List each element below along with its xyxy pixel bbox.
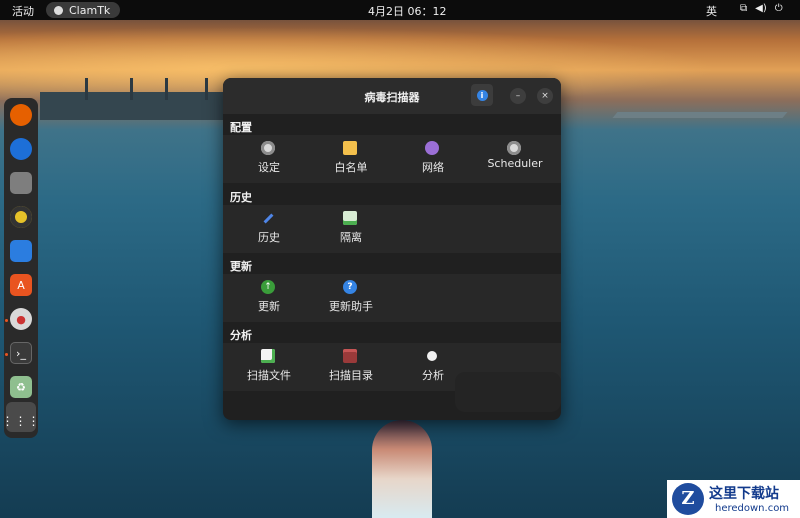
scheduler-button[interactable]: Scheduler bbox=[479, 137, 551, 181]
network-icon bbox=[425, 141, 439, 155]
update-button[interactable]: ↑ 更新 bbox=[233, 276, 305, 320]
help-icon: ? bbox=[343, 280, 357, 294]
wallpaper-pier bbox=[612, 112, 788, 118]
update-arrow-icon: ↑ bbox=[261, 280, 275, 294]
settings-gear-icon bbox=[261, 141, 275, 155]
close-button[interactable]: × bbox=[537, 88, 553, 104]
status-area bbox=[455, 372, 561, 412]
dock: A ● ›_ ♻ ⋮⋮⋮ bbox=[2, 98, 40, 438]
watermark-cn-text: 这里下载站 bbox=[709, 486, 779, 502]
whitelist-icon bbox=[343, 141, 357, 155]
input-method-indicator[interactable]: 英 bbox=[706, 3, 717, 19]
minimize-button[interactable]: – bbox=[510, 88, 526, 104]
update-assistant-label: 更新助手 bbox=[329, 300, 373, 313]
history-pen-icon bbox=[261, 211, 275, 225]
running-indicator bbox=[5, 353, 8, 356]
activities-button[interactable]: 活动 bbox=[12, 3, 34, 19]
section-title-update: 更新 bbox=[230, 260, 252, 273]
whitelist-label: 白名单 bbox=[334, 161, 368, 174]
section-title-analysis: 分析 bbox=[230, 329, 252, 342]
history-button[interactable]: 历史 bbox=[233, 207, 305, 251]
wallpaper-ship bbox=[372, 420, 432, 518]
top-bar: 活动 ClamTk 4月2日 06：12 英 ⧉ ◀) ⏻ bbox=[0, 0, 800, 20]
app-grid-icon[interactable]: ⋮⋮⋮ bbox=[2, 410, 40, 432]
scan-file-icon bbox=[261, 349, 275, 363]
power-icon: ⏻ bbox=[774, 3, 783, 14]
clamtk-app-icon bbox=[54, 5, 63, 15]
wallpaper-crane bbox=[205, 78, 208, 100]
thunderbird-icon[interactable] bbox=[10, 138, 32, 160]
wallpaper-port bbox=[40, 92, 230, 120]
trash-icon[interactable]: ♻ bbox=[10, 376, 32, 398]
clamtk-window: 病毒扫描器 i – × 配置 设定 白名单 网络 Scheduler 历史 历史… bbox=[223, 78, 561, 420]
wallpaper-crane bbox=[130, 78, 133, 100]
window-titlebar[interactable]: 病毒扫描器 i – × bbox=[223, 78, 561, 114]
network-button[interactable]: 网络 bbox=[397, 137, 469, 181]
network-label: 网络 bbox=[422, 161, 444, 174]
software-icon[interactable]: A bbox=[10, 274, 32, 296]
watermark-en-text: heredown.com bbox=[715, 503, 790, 514]
settings-label: 设定 bbox=[258, 161, 280, 174]
whitelist-button[interactable]: 白名单 bbox=[315, 137, 387, 181]
scheduler-label: Scheduler bbox=[487, 157, 543, 170]
system-menu[interactable]: ⧉ ◀) ⏻ bbox=[740, 3, 783, 14]
watermark-logo: Z bbox=[672, 483, 704, 515]
terminal-icon[interactable]: ›_ bbox=[10, 342, 32, 364]
update-assistant-button[interactable]: ? 更新助手 bbox=[315, 276, 387, 320]
app-menu-button[interactable]: ClamTk bbox=[46, 2, 121, 18]
settings-button[interactable]: 设定 bbox=[233, 137, 305, 181]
scan-file-label: 扫描文件 bbox=[247, 369, 291, 382]
wallpaper-crane bbox=[165, 78, 168, 100]
wallpaper-crane bbox=[85, 78, 88, 100]
info-icon: i bbox=[476, 89, 488, 101]
files-icon[interactable] bbox=[10, 172, 32, 194]
quarantine-button[interactable]: 隔离 bbox=[315, 207, 387, 251]
clamtk-icon[interactable]: ● bbox=[10, 308, 32, 330]
running-indicator bbox=[5, 319, 8, 322]
volume-icon: ◀) bbox=[755, 3, 767, 14]
analysis-magnifier-icon bbox=[427, 351, 437, 361]
app-menu-label: ClamTk bbox=[69, 3, 111, 17]
quarantine-label: 隔离 bbox=[340, 231, 362, 244]
scan-directory-label: 扫描目录 bbox=[329, 369, 373, 382]
scan-directory-button[interactable]: 扫描目录 bbox=[315, 345, 387, 389]
update-label: 更新 bbox=[258, 300, 280, 313]
firefox-icon[interactable] bbox=[10, 104, 32, 126]
clock[interactable]: 4月2日 06：12 bbox=[368, 3, 447, 19]
site-watermark: Z 这里下载站 heredown.com bbox=[667, 480, 800, 518]
network-icon: ⧉ bbox=[740, 3, 748, 14]
scan-file-button[interactable]: 扫描文件 bbox=[233, 345, 305, 389]
history-label: 历史 bbox=[258, 231, 280, 244]
scheduler-gear-icon bbox=[507, 141, 521, 155]
writer-icon[interactable] bbox=[10, 240, 32, 262]
rhythmbox-icon[interactable] bbox=[10, 206, 32, 228]
about-button[interactable]: i bbox=[471, 84, 493, 106]
quarantine-icon bbox=[343, 211, 357, 225]
section-title-config: 配置 bbox=[230, 121, 252, 134]
section-title-history: 历史 bbox=[230, 191, 252, 204]
folder-icon bbox=[343, 349, 357, 363]
